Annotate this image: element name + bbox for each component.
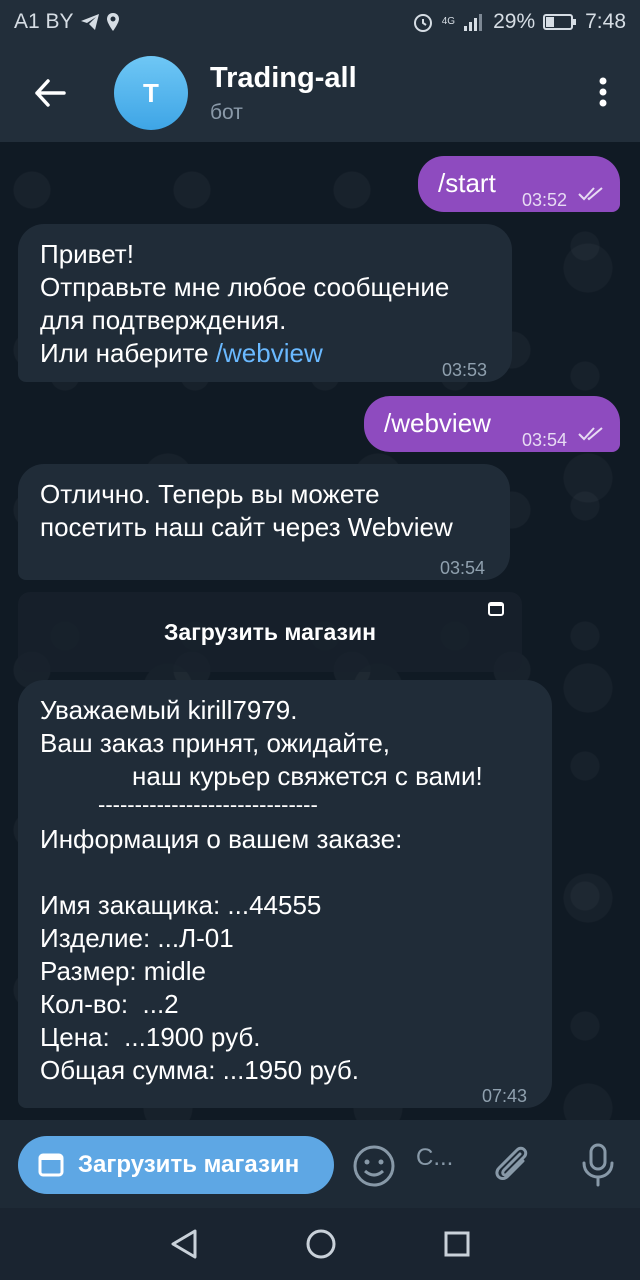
back-button[interactable]: [0, 44, 100, 142]
message-text: Или наберите: [40, 338, 216, 368]
status-right: 4G 29% 7:48: [412, 10, 626, 34]
message-line: Цена: ...1900 руб.: [40, 1022, 261, 1052]
chat-subtitle: бот: [210, 100, 243, 124]
message-line: Привет!: [40, 239, 134, 269]
message-incoming[interactable]: Отлично. Теперь вы можете посетить наш с…: [18, 464, 510, 580]
message-line: наш курьер свяжется с вами!: [132, 761, 483, 791]
nav-recents-icon[interactable]: [443, 1230, 471, 1258]
message-line: Кол-во: ...2: [40, 989, 179, 1019]
message-incoming[interactable]: Уважаемый kirill7979. Ваш заказ принят, …: [18, 680, 552, 1108]
message-time: 03:52: [522, 190, 568, 210]
message-time: 03:54: [522, 430, 568, 450]
webview-command-link[interactable]: /webview: [216, 338, 323, 368]
webview-window-icon: [38, 1153, 64, 1177]
microphone-icon: [582, 1143, 614, 1187]
chat-title: Trading-all: [210, 61, 357, 94]
battery-icon: [543, 13, 577, 31]
message-text: /start: [438, 168, 496, 198]
double-check-icon: [578, 427, 603, 441]
smile-icon: [353, 1145, 395, 1187]
carrier-label: A1 BY: [14, 10, 74, 33]
chat-messages: /start 03:52 Привет! Отправьте мне любое…: [0, 142, 640, 1120]
message-input[interactable]: С...: [416, 1144, 453, 1172]
message-line: Ваш заказ принят, ожидайте,: [40, 728, 391, 758]
message-line: Изделие: ...Л-01: [40, 923, 234, 953]
load-shop-menu-label: Загрузить магазин: [78, 1151, 300, 1178]
message-divider: ------------------------------: [98, 792, 318, 817]
message-incoming[interactable]: Привет! Отправьте мне любое сообщение дл…: [18, 224, 512, 382]
message-time: 07:43: [482, 1086, 528, 1106]
system-navigation-bar: [0, 1208, 640, 1280]
chat-header: T Trading-all бот: [0, 44, 640, 142]
message-body: Отлично. Теперь вы можете посетить наш с…: [40, 478, 453, 544]
more-vertical-icon: [599, 77, 607, 107]
telegram-notification-icon: [80, 13, 100, 31]
alarm-icon: [412, 11, 434, 33]
message-text: /webview: [384, 408, 491, 438]
message-line: Размер: midle: [40, 956, 206, 986]
message-line: Информация о вашем заказе:: [40, 824, 403, 854]
message-line: для подтверждения.: [40, 305, 287, 335]
emoji-button[interactable]: [352, 1144, 396, 1193]
message-line: Имя закащика: ...44555: [40, 890, 322, 920]
avatar[interactable]: T: [114, 56, 188, 130]
message-outgoing[interactable]: /start 03:52: [418, 156, 620, 212]
message-line: посетить наш сайт через Webview: [40, 512, 453, 542]
message-body: Уважаемый kirill7979. Ваш заказ принят, …: [40, 694, 540, 1087]
more-menu-button[interactable]: [588, 72, 618, 112]
message-outgoing[interactable]: /webview 03:54: [364, 396, 620, 452]
composer-bar: Загрузить магазин С...: [0, 1120, 640, 1208]
chat-title-block[interactable]: Trading-all бот: [210, 62, 357, 125]
message-line: Отправьте мне любое сообщение: [40, 272, 450, 302]
status-bar: A1 BY 4G 29% 7:48: [0, 0, 640, 44]
message-time: 03:54: [440, 558, 486, 578]
load-shop-inline-button[interactable]: Загрузить магазин: [18, 592, 522, 672]
nav-home-icon[interactable]: [305, 1228, 337, 1260]
message-line: Уважаемый kirill7979.: [40, 695, 298, 725]
message-time: 03:53: [442, 360, 488, 380]
network-type: 4G: [441, 16, 456, 27]
double-check-icon: [578, 187, 603, 201]
battery-percent: 29%: [493, 10, 536, 33]
attach-button[interactable]: [490, 1142, 532, 1191]
load-shop-menu-button[interactable]: Загрузить магазин: [18, 1136, 334, 1194]
paperclip-icon: [495, 1146, 528, 1181]
load-shop-label: Загрузить магазин: [164, 618, 376, 645]
message-line: Отлично. Теперь вы можете: [40, 479, 380, 509]
location-icon: [106, 12, 120, 32]
webview-window-icon: [488, 602, 504, 616]
message-line: Общая сумма: ...1950 руб.: [40, 1055, 359, 1085]
arrow-left-icon: [35, 79, 66, 107]
message-line: Или наберите /webview: [40, 337, 449, 370]
clock: 7:48: [585, 10, 626, 33]
signal-icon: [463, 12, 485, 32]
message-body: Привет! Отправьте мне любое сообщение дл…: [40, 238, 449, 370]
nav-back-icon[interactable]: [169, 1228, 199, 1260]
voice-message-button[interactable]: [578, 1142, 618, 1193]
status-left: A1 BY: [14, 10, 120, 34]
